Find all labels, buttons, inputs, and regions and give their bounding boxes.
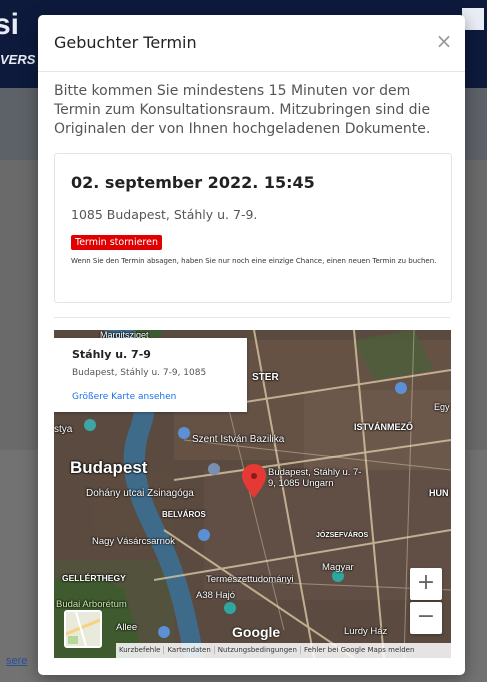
map-label-pin: Budapest, Stáhly u. 7-9, 1085 Ungarn — [268, 467, 362, 489]
cancel-appointment-button[interactable]: Termin stornieren — [71, 235, 162, 250]
map-info-window: Stáhly u. 7-9 Budapest, Stáhly u. 7-9, 1… — [54, 338, 247, 412]
google-logo: Google — [232, 624, 281, 640]
background-header-icon — [462, 8, 484, 30]
cancel-warning: Wenn Sie den Termin absagen, haben Sie n… — [71, 257, 437, 265]
background-link[interactable]: sere — [6, 655, 27, 667]
map-thumbnail-icon — [66, 612, 100, 646]
map-info-title: Stáhly u. 7-9 — [72, 348, 151, 361]
close-button[interactable]: × — [433, 30, 455, 52]
map-label-termeszet: Természettudományi — [206, 574, 294, 585]
footer-report[interactable]: Fehler bei Google Maps melden — [301, 646, 417, 654]
map-label-istvanmezo: ISTVÁNMEZŐ — [354, 422, 414, 432]
map-label-lurdy: Lurdy Ház — [344, 626, 388, 637]
background-subtitle: VERS — [0, 52, 36, 67]
map-label-stya: stya — [54, 424, 73, 435]
zoom-in-button[interactable]: + — [410, 568, 442, 600]
appointment-address: 1085 Budapest, Stáhly u. 7-9. — [71, 207, 258, 222]
map-label-egy: Egy — [434, 402, 450, 412]
appointment-modal: Gebuchter Termin × Bitte kommen Sie mind… — [38, 15, 465, 675]
map-label-a38: A38 Hajó — [196, 590, 236, 601]
map-label-magyar: Magyar — [322, 562, 354, 573]
map-type-thumbnail[interactable] — [64, 610, 102, 648]
map-label-hun: HUN — [429, 488, 449, 498]
google-map[interactable]: Margitsziget STER stya Szent István Bazi… — [54, 330, 451, 658]
map-label-ster: STER — [252, 372, 279, 383]
divider — [54, 317, 450, 318]
footer-terms[interactable]: Nutzungsbedingungen — [214, 646, 301, 654]
map-label-budapest: Budapest — [70, 458, 148, 477]
map-label-belvaros: BELVÁROS — [162, 510, 206, 519]
map-label-nagy-vasarcsarnok: Nagy Vásárcsarnok — [92, 536, 175, 547]
map-label-allee: Allee — [116, 622, 138, 633]
map-info-address: Budapest, Stáhly u. 7-9, 1085 — [72, 368, 207, 378]
map-footer: Kurzbefehle Kartendaten Nutzungsbedingunge… — [116, 643, 451, 658]
appointment-card: 02. september 2022. 15:45 1085 Budapest,… — [54, 153, 452, 303]
modal-header: Gebuchter Termin × — [38, 15, 465, 72]
larger-map-link[interactable]: Größere Karte ansehen — [72, 392, 176, 402]
appointment-date: 02. september 2022. 15:45 — [71, 173, 315, 192]
modal-title: Gebuchter Termin — [54, 33, 197, 52]
zoom-out-button[interactable]: − — [410, 602, 442, 634]
map-label-jozsefvaros: JÓZSEFVÁROS — [316, 532, 369, 539]
footer-shortcuts[interactable]: Kurzbefehle — [116, 646, 165, 654]
map-label-gellerthegy: GELLÉRTHEGY — [62, 573, 126, 583]
map-label-arboretum: Budai Arborétum — [56, 599, 127, 610]
intro-text: Bitte kommen Sie mindestens 15 Minuten v… — [54, 83, 431, 137]
map-label-szent-istvan: Szent István Bazilika — [192, 434, 285, 445]
background-logo: si — [0, 8, 20, 41]
footer-map-data[interactable]: Kartendaten — [164, 646, 215, 654]
map-label-dohany: Dohány utcai Zsinagóga — [86, 488, 194, 499]
